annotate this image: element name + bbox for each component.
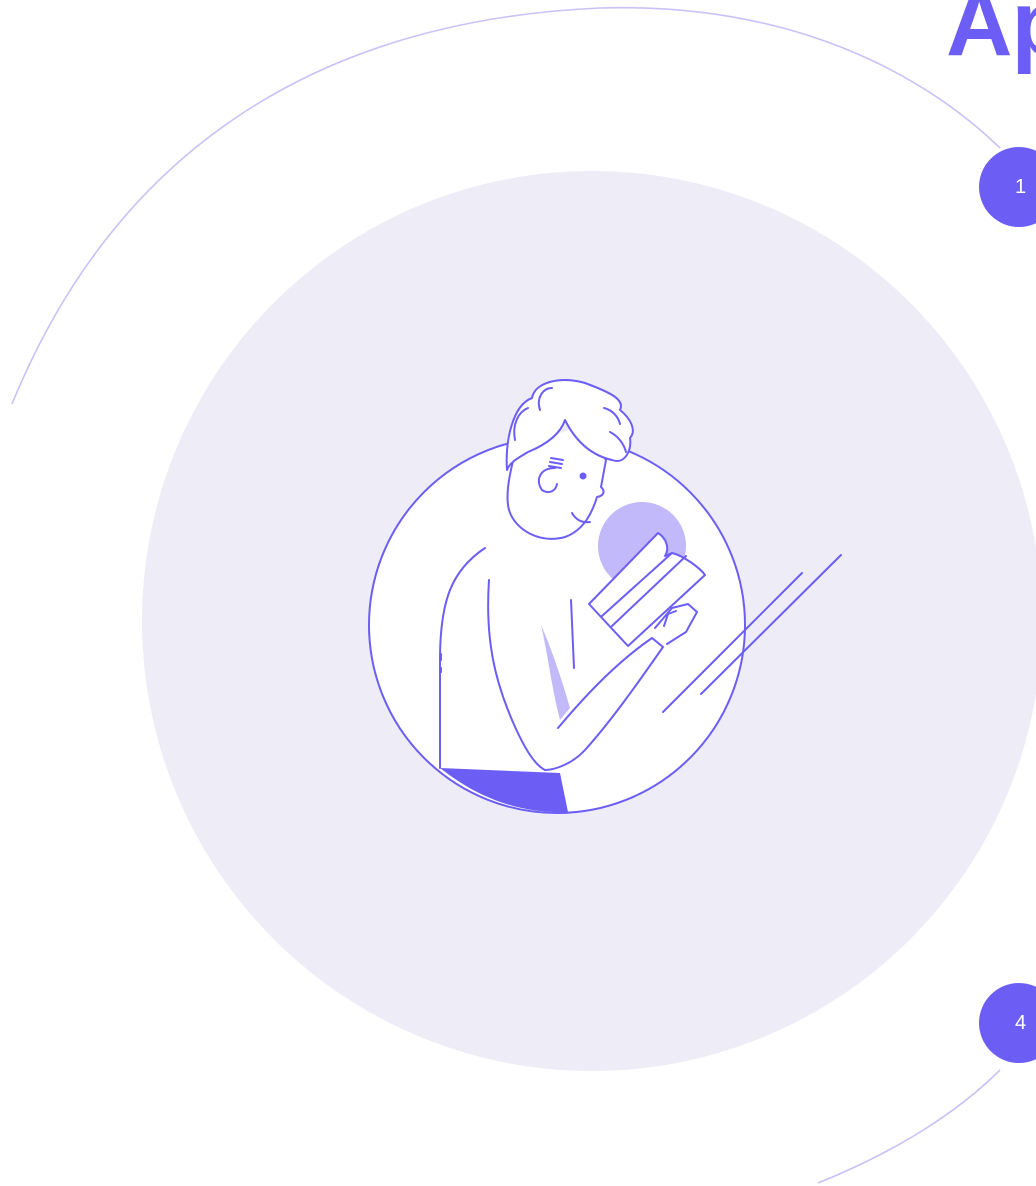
eye — [579, 472, 587, 480]
process-section: Ap 1 4 — [0, 0, 1036, 1186]
person-reading-book-icon — [142, 171, 1036, 1071]
